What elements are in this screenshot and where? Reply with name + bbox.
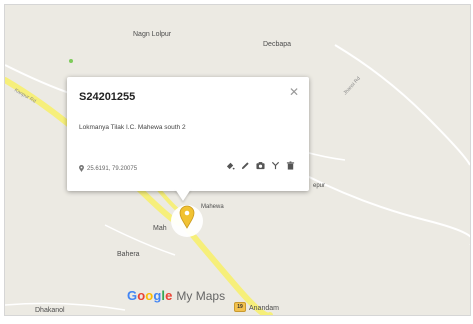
place-dhakanol: Dhakanol [35,307,65,314]
map-frame[interactable]: Nagn Lolpur Decbapa Bahera Mah Mahewa ep… [4,4,471,316]
place-bahera: Bahera [117,251,140,258]
coordinates-text: 25.6191, 79.20075 [87,165,138,172]
google-my-maps-logo: Google My Maps [127,288,225,303]
my-maps-label: My Maps [176,289,226,303]
popup-coordinates: 25.6191, 79.20075 [79,165,137,172]
delete-icon[interactable] [286,161,295,170]
location-marker-icon [79,165,84,172]
popup-title: S24201255 [79,91,136,103]
popup-address: Lokmanya Tilak I.C. Mahewa south 2 [79,124,186,131]
place-mahewa: Mahewa [201,204,224,210]
place-nagn-lolpur: Nagn Lolpur [133,31,172,38]
poi-dot [69,59,73,63]
pin-center [184,210,190,216]
popup-actions [226,161,295,170]
camera-icon[interactable] [256,161,265,170]
place-epur: epur [313,183,326,189]
highway-shield: 19 [234,302,246,312]
directions-icon[interactable] [271,161,280,170]
style-icon[interactable] [226,161,235,170]
info-popup[interactable]: S24201255 ✕ Lokmanya Tilak I.C. Mahewa s… [67,77,309,191]
edit-icon[interactable] [241,161,250,170]
popup-tail [175,189,191,201]
close-icon[interactable]: ✕ [289,85,299,99]
place-anandam: Anandam [249,305,279,312]
google-wordmark: Google [127,288,173,303]
place-mah: Mah [153,225,167,232]
place-decbapa: Decbapa [263,41,292,48]
